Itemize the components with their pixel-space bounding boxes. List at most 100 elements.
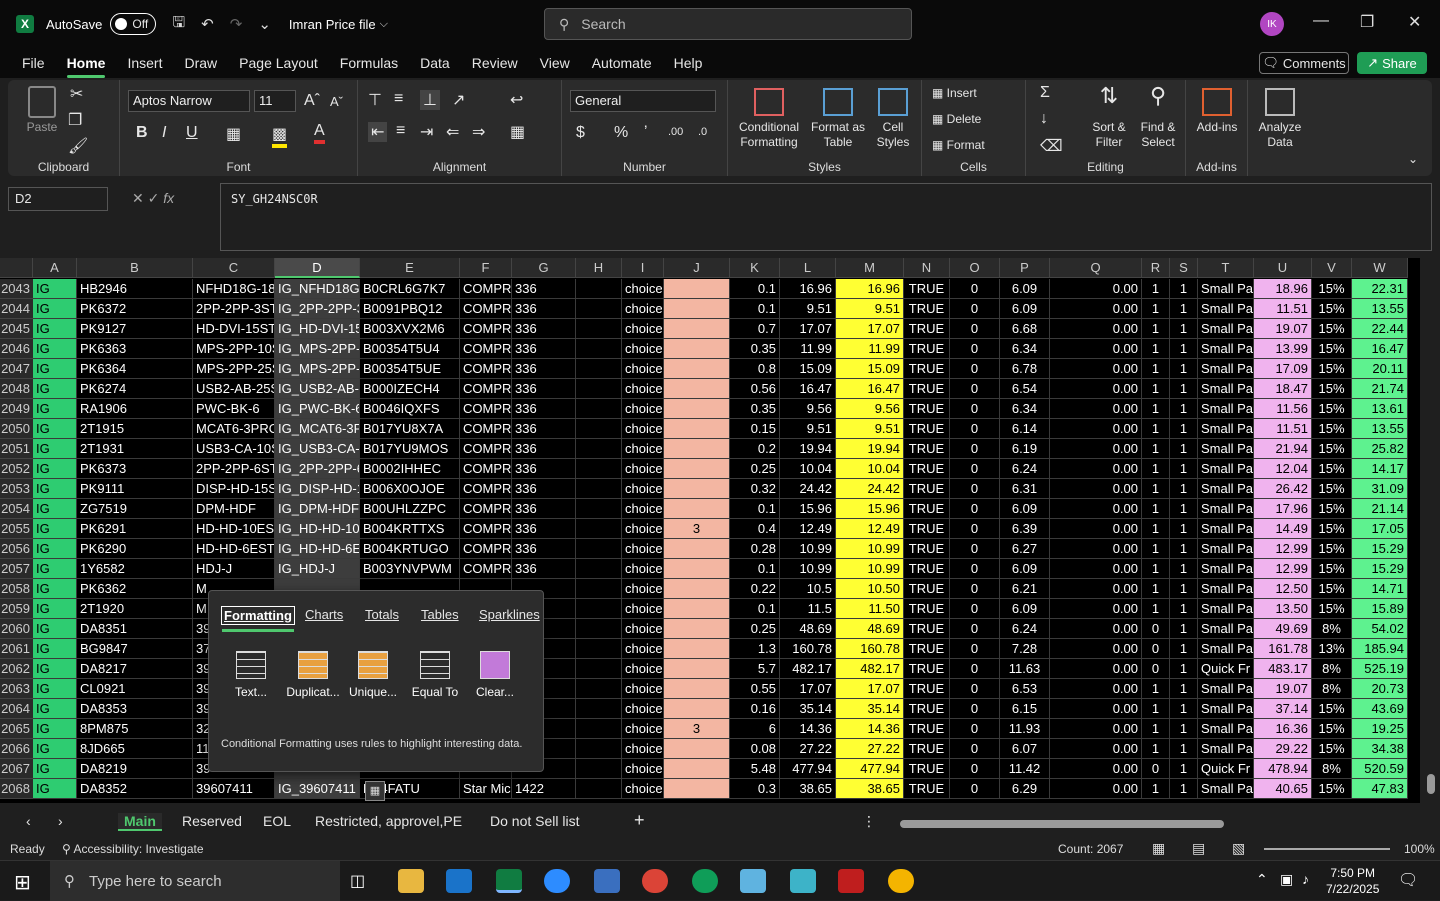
cell-L[interactable]: 10.99 <box>780 559 836 579</box>
cell-B[interactable]: ZG7519 <box>77 499 193 519</box>
row-header[interactable]: 2057 <box>0 559 33 579</box>
cell-O[interactable]: 0 <box>950 619 1000 639</box>
cell-C[interactable]: USB3-CA-10S <box>193 439 275 459</box>
cell-K[interactable]: 0.25 <box>730 459 780 479</box>
cell-G[interactable]: 336 <box>512 399 576 419</box>
row-header[interactable]: 2047 <box>0 359 33 379</box>
excel-taskbar-icon[interactable] <box>496 869 522 893</box>
cell-K[interactable]: 0.8 <box>730 359 780 379</box>
cell-B[interactable]: 2T1920 <box>77 599 193 619</box>
cell-D[interactable]: IG_MCAT6-3P <box>275 419 360 439</box>
cell-U[interactable]: 12.99 <box>1254 559 1312 579</box>
cell-M[interactable]: 35.14 <box>836 699 904 719</box>
cell-F[interactable]: COMPRE <box>460 319 512 339</box>
cell-O[interactable]: 0 <box>950 279 1000 299</box>
cell-A[interactable]: IG <box>33 479 77 499</box>
cell-J[interactable] <box>664 619 730 639</box>
cell-F[interactable]: COMPRE <box>460 379 512 399</box>
row-header[interactable]: 2058 <box>0 579 33 599</box>
cell-G[interactable]: 336 <box>512 539 576 559</box>
cell-Q[interactable]: 0.00 <box>1050 279 1142 299</box>
cell-O[interactable]: 0 <box>950 759 1000 779</box>
windows-start-icon[interactable]: ⊞ <box>14 870 31 895</box>
cell-P[interactable]: 6.34 <box>1000 399 1050 419</box>
cell-V[interactable]: 8% <box>1312 619 1352 639</box>
row-header[interactable]: 2064 <box>0 699 33 719</box>
cell-I[interactable]: choice <box>622 339 664 359</box>
cell-O[interactable]: 0 <box>950 299 1000 319</box>
number-format-dropdown[interactable]: General <box>570 90 716 112</box>
cell-O[interactable]: 0 <box>950 419 1000 439</box>
decrease-indent-icon[interactable]: ⇐ <box>446 122 459 142</box>
cell-F[interactable]: COMPRE <box>460 419 512 439</box>
cell-H[interactable] <box>576 539 622 559</box>
cell-P[interactable]: 6.29 <box>1000 779 1050 799</box>
cell-B[interactable]: RA1906 <box>77 399 193 419</box>
cell-N[interactable]: TRUE <box>904 599 950 619</box>
cell-W[interactable]: 13.55 <box>1352 419 1408 439</box>
cell-O[interactable]: 0 <box>950 479 1000 499</box>
cell-O[interactable]: 0 <box>950 739 1000 759</box>
cell-P[interactable]: 6.21 <box>1000 579 1050 599</box>
cell-W[interactable]: 54.02 <box>1352 619 1408 639</box>
cell-J[interactable] <box>664 659 730 679</box>
row-header[interactable]: 2065 <box>0 719 33 739</box>
cell-M[interactable]: 477.94 <box>836 759 904 779</box>
cell-L[interactable]: 35.14 <box>780 699 836 719</box>
cell-G[interactable]: 336 <box>512 439 576 459</box>
cell-O[interactable]: 0 <box>950 439 1000 459</box>
cell-E[interactable]: B00354T5UE <box>360 359 460 379</box>
cell-K[interactable]: 0.1 <box>730 299 780 319</box>
cell-K[interactable]: 0.25 <box>730 619 780 639</box>
cell-F[interactable]: COMPRE <box>460 439 512 459</box>
cell-N[interactable]: TRUE <box>904 459 950 479</box>
volume-icon[interactable]: ♪ <box>1302 871 1309 887</box>
normal-view-icon[interactable]: ▦ <box>1152 840 1165 857</box>
cell-I[interactable]: choice <box>622 419 664 439</box>
cut-icon[interactable]: ✂ <box>70 84 83 104</box>
cell-S[interactable]: 1 <box>1170 439 1198 459</box>
qa-tab-formatting[interactable]: Formatting <box>221 606 295 632</box>
column-header-A[interactable]: A <box>33 258 77 278</box>
cell-K[interactable]: 0.7 <box>730 319 780 339</box>
cell-P[interactable]: 6.15 <box>1000 699 1050 719</box>
column-header-W[interactable]: W <box>1352 258 1408 278</box>
cell-K[interactable]: 0.16 <box>730 699 780 719</box>
cell-F[interactable]: Star Mic <box>460 779 512 799</box>
align-right-icon[interactable]: ⇥ <box>420 122 433 142</box>
row-header[interactable]: 2054 <box>0 499 33 519</box>
cell-R[interactable]: 1 <box>1142 719 1170 739</box>
cell-P[interactable]: 11.93 <box>1000 719 1050 739</box>
cell-E[interactable]: B00354T5U4 <box>360 339 460 359</box>
cell-E[interactable]: B003YNVPWM <box>360 559 460 579</box>
cell-W[interactable]: 13.55 <box>1352 299 1408 319</box>
cell-Q[interactable]: 0.00 <box>1050 759 1142 779</box>
cell-C[interactable]: HD-HD-10EST <box>193 519 275 539</box>
cell-D[interactable]: IG_USB2-AB-2 <box>275 379 360 399</box>
cell-E[interactable]: B006X0OJOE <box>360 479 460 499</box>
cell-R[interactable]: 1 <box>1142 299 1170 319</box>
cell-Q[interactable]: 0.00 <box>1050 399 1142 419</box>
row-header[interactable]: 2061 <box>0 639 33 659</box>
column-header-O[interactable]: O <box>950 258 1000 278</box>
cell-R[interactable]: 1 <box>1142 379 1170 399</box>
cell-H[interactable] <box>576 619 622 639</box>
cell-A[interactable]: IG <box>33 519 77 539</box>
cell-T[interactable]: Small Pa <box>1198 479 1254 499</box>
cell-P[interactable]: 6.09 <box>1000 559 1050 579</box>
cell-L[interactable]: 16.96 <box>780 279 836 299</box>
cell-F[interactable]: COMPRE <box>460 339 512 359</box>
borders-icon[interactable]: ▦ <box>226 124 241 144</box>
cell-F[interactable]: COMPRE <box>460 399 512 419</box>
cell-M[interactable]: 160.78 <box>836 639 904 659</box>
cell-L[interactable]: 15.96 <box>780 499 836 519</box>
cell-H[interactable] <box>576 299 622 319</box>
cell-S[interactable]: 1 <box>1170 579 1198 599</box>
cell-W[interactable]: 15.29 <box>1352 559 1408 579</box>
cell-T[interactable]: Small Pa <box>1198 539 1254 559</box>
cell-S[interactable]: 1 <box>1170 399 1198 419</box>
row-header[interactable]: 2063 <box>0 679 33 699</box>
cell-Q[interactable]: 0.00 <box>1050 779 1142 799</box>
paste-button[interactable]: Paste <box>22 86 62 135</box>
cell-H[interactable] <box>576 559 622 579</box>
